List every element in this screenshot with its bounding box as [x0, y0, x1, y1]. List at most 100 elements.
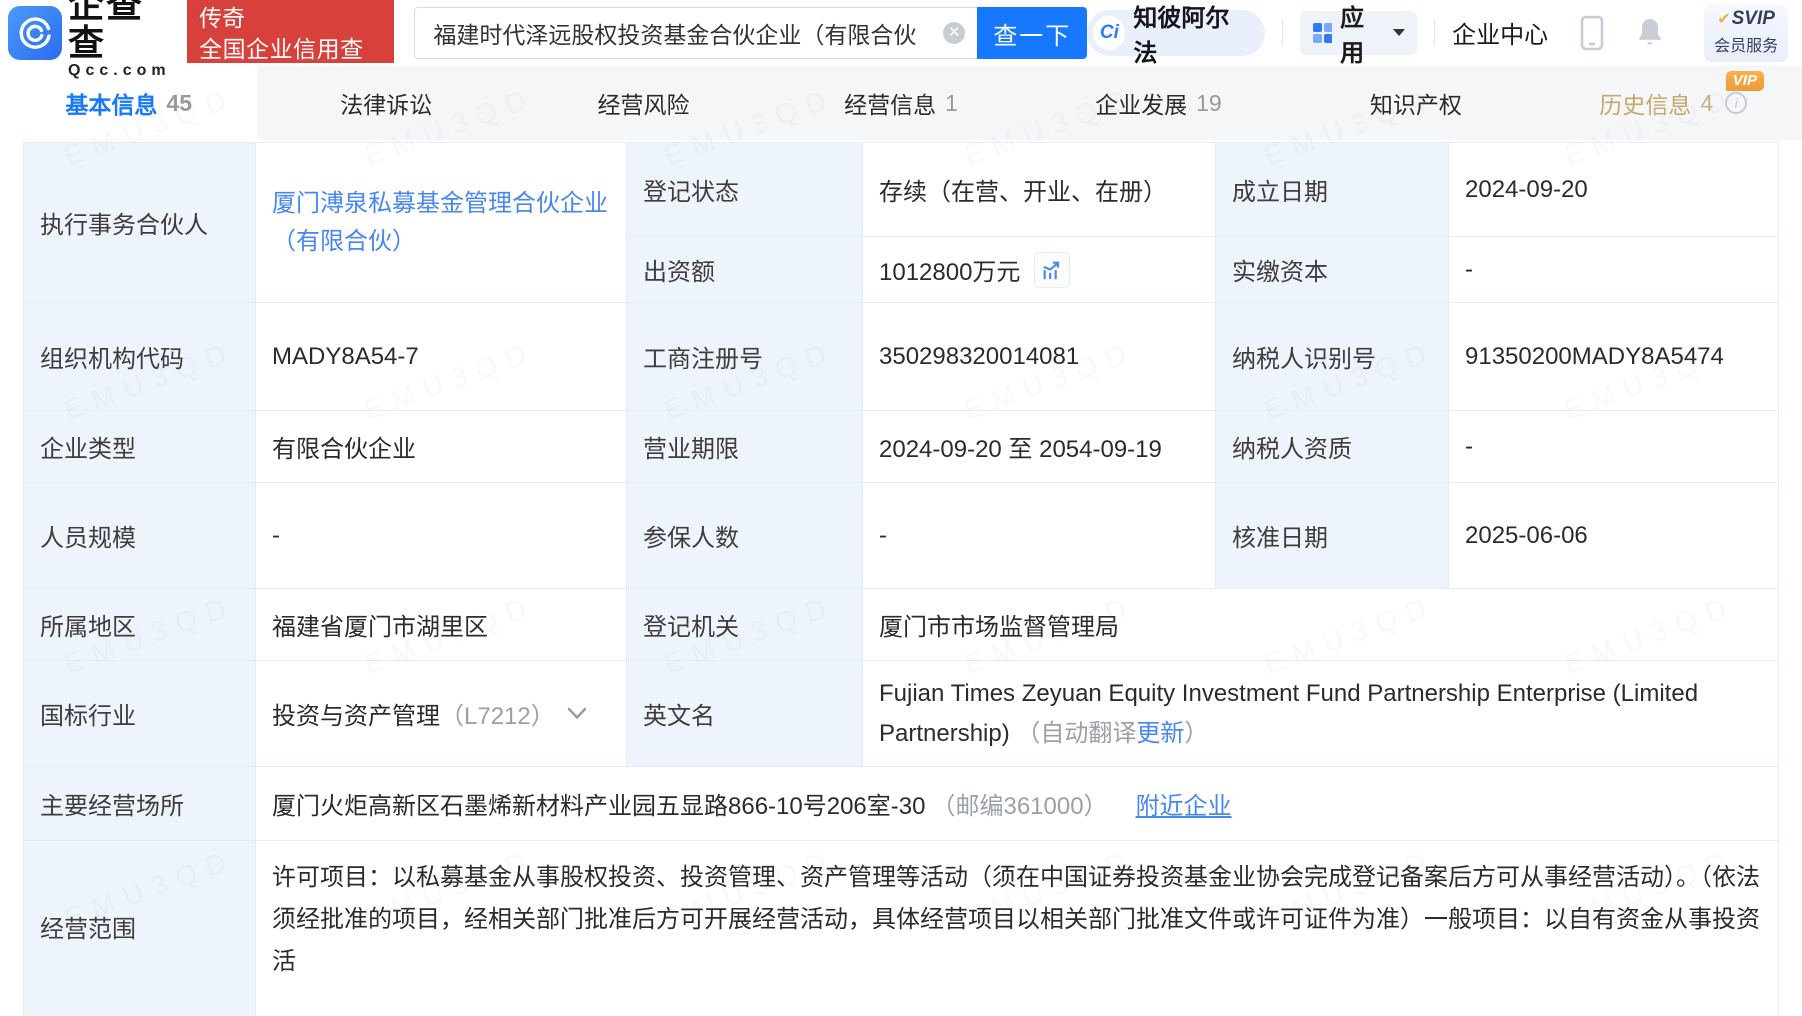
- field-label-reg-status: 登记状态: [627, 143, 863, 237]
- tab-business-info[interactable]: 经营信息 1: [772, 66, 1029, 140]
- tab-count: 4: [1700, 90, 1713, 117]
- field-value-paid-capital: -: [1449, 237, 1779, 303]
- field-value-english-name: Fujian Times Zeyuan Equity Investment Fu…: [863, 661, 1779, 767]
- tab-company-development[interactable]: 企业发展 19: [1030, 66, 1287, 140]
- ad-badge-line1: 传奇: [199, 5, 382, 33]
- field-label-address: 主要经营场所: [24, 767, 256, 841]
- field-value-org-code: MADY8A54-7: [256, 303, 627, 411]
- field-value-staff-size: -: [256, 483, 627, 589]
- ad-badge-line2: 全国企业信用查询: [199, 36, 382, 91]
- tab-count: 19: [1196, 90, 1222, 117]
- svip-member-badge[interactable]: ✔SVIP 会员服务: [1704, 4, 1788, 62]
- brand-domain: Qcc.com: [68, 63, 179, 80]
- search-input[interactable]: [414, 7, 977, 59]
- business-scope-text-continued: 动。（除依法须经批准的项目外，凭营业执照依法自主开展经营活动）: [272, 1009, 1772, 1016]
- field-value-address: 厦门火炬高新区石墨烯新材料产业园五显路866-10号206室-30 （邮编361…: [256, 767, 1779, 841]
- chevron-down-icon: [1392, 28, 1405, 37]
- field-label-business-scope: 经营范围: [24, 841, 256, 1016]
- phone-icon: [1580, 15, 1604, 51]
- ad-badge[interactable]: 传奇 全国企业信用查询: [187, 0, 394, 63]
- divider: [1434, 20, 1435, 46]
- industry-code: （L7212）: [440, 696, 555, 731]
- tab-count: 1: [945, 90, 958, 117]
- field-value-region: 福建省厦门市湖里区: [256, 589, 627, 661]
- tab-label: 经营风险: [598, 86, 690, 120]
- apps-grid-icon: [1312, 22, 1333, 44]
- update-translation-link[interactable]: 更新: [1136, 720, 1184, 747]
- field-label-business-term: 营业期限: [627, 411, 863, 483]
- notifications-button[interactable]: [1636, 18, 1664, 48]
- english-name-text: Fujian Times Zeyuan Equity Investment Fu…: [879, 680, 1698, 747]
- apps-menu[interactable]: 应用: [1300, 11, 1418, 55]
- field-value-approval-date: 2025-06-06: [1449, 483, 1779, 589]
- zhibi-alpha-entry[interactable]: Ci 知彼阿尔法: [1087, 10, 1264, 56]
- partner-company-link[interactable]: 厦门溥泉私募基金管理合伙企业（有限合伙）: [272, 185, 610, 259]
- field-value-reg-authority: 厦门市市场监督管理局: [863, 589, 1779, 661]
- field-label-org-code: 组织机构代码: [24, 303, 256, 411]
- apps-label: 应用: [1340, 0, 1385, 68]
- header-right-nav: Ci 知彼阿尔法 应用 企业中心: [1087, 4, 1788, 62]
- tab-business-risk[interactable]: 经营风险: [515, 66, 772, 140]
- tab-label: 企业发展: [1095, 86, 1187, 120]
- crown-icon: ✔: [1717, 11, 1730, 28]
- search-button[interactable]: 查一下: [977, 7, 1087, 59]
- field-label-executive-partner: 执行事务合伙人: [24, 143, 256, 303]
- tab-label: 基本信息: [65, 86, 157, 120]
- field-label-capital: 出资额: [627, 237, 863, 303]
- zhibi-alpha-icon: Ci: [1093, 16, 1125, 50]
- field-label-taxpayer-id: 纳税人识别号: [1216, 303, 1449, 411]
- tab-label: 知识产权: [1370, 86, 1462, 120]
- enterprise-center-link[interactable]: 企业中心: [1452, 15, 1548, 50]
- field-value-business-term: 2024-09-20 至 2054-09-19: [863, 411, 1216, 483]
- tab-count: 45: [166, 90, 192, 117]
- brand-text[interactable]: 企查查 Qcc.com: [68, 0, 179, 80]
- mobile-app-button[interactable]: [1580, 15, 1604, 51]
- field-label-insured-count: 参保人数: [627, 483, 863, 589]
- info-icon[interactable]: i: [1725, 92, 1747, 114]
- field-value-reg-number: 350298320014081: [863, 303, 1216, 411]
- tab-label: 经营信息: [844, 86, 936, 120]
- bell-icon: [1636, 18, 1664, 48]
- industry-name: 投资与资产管理: [272, 696, 440, 731]
- field-label-reg-authority: 登记机关: [627, 589, 863, 661]
- field-value-executive-partner: 厦门溥泉私募基金管理合伙企业（有限合伙）: [256, 143, 627, 303]
- vip-tag: VIP: [1726, 71, 1764, 91]
- field-value-company-type: 有限合伙企业: [256, 411, 627, 483]
- auto-translate-note: （自动翻译: [1016, 720, 1136, 747]
- field-value-taxpayer-id: 91350200MADY8A5474: [1449, 303, 1779, 411]
- field-value-business-scope: 许可项目：以私募基金从事股权投资、投资管理、资产管理等活动（须在中国证券投资基金…: [256, 841, 1779, 1016]
- brand-name: 企查查: [68, 0, 179, 62]
- field-label-paid-capital: 实缴资本: [1216, 237, 1449, 303]
- field-label-staff-size: 人员规模: [24, 483, 256, 589]
- tab-history-info[interactable]: VIP 历史信息 4 i: [1545, 66, 1802, 140]
- field-label-establish-date: 成立日期: [1216, 143, 1449, 237]
- industry-expand-chevron-icon[interactable]: [567, 707, 587, 720]
- field-value-establish-date: 2024-09-20: [1449, 143, 1779, 237]
- field-label-reg-number: 工商注册号: [627, 303, 863, 411]
- svip-title: ✔SVIP: [1710, 9, 1782, 30]
- tab-intellectual-property[interactable]: 知识产权: [1287, 66, 1544, 140]
- header: 企查查 Qcc.com 传奇 全国企业信用查询 ✕ 查一下 Ci 知彼阿尔法 应…: [0, 0, 1802, 66]
- field-label-approval-date: 核准日期: [1216, 483, 1449, 589]
- capital-amount: 1012800万元: [879, 252, 1020, 287]
- field-value-reg-status: 存续（在营、开业、在册）: [863, 143, 1216, 237]
- field-value-insured-count: -: [863, 483, 1216, 589]
- tab-label: 法律诉讼: [340, 86, 432, 120]
- qcc-logo-glyph: [17, 15, 53, 51]
- field-label-taxpayer-qualification: 纳税人资质: [1216, 411, 1449, 483]
- business-scope-text: 许可项目：以私募基金从事股权投资、投资管理、资产管理等活动（须在中国证券投资基金…: [272, 857, 1772, 983]
- basic-info-table: 执行事务合伙人 厦门溥泉私募基金管理合伙企业（有限合伙） 登记状态 存续（在营、…: [23, 142, 1779, 1016]
- field-label-company-type: 企业类型: [24, 411, 256, 483]
- field-value-taxpayer-qualification: -: [1449, 411, 1779, 483]
- postcode-text: （邮编361000）: [931, 786, 1107, 821]
- capital-trend-icon[interactable]: [1034, 252, 1070, 288]
- svip-subtitle: 会员服务: [1710, 32, 1782, 56]
- search-bar: ✕ 查一下: [414, 7, 1087, 59]
- qcc-logo-icon[interactable]: [8, 6, 62, 60]
- address-text: 厦门火炬高新区石墨烯新材料产业园五显路866-10号206室-30: [272, 786, 925, 821]
- field-label-english-name: 英文名: [627, 661, 863, 767]
- nearby-companies-link[interactable]: 附近企业: [1136, 786, 1232, 821]
- field-label-industry: 国标行业: [24, 661, 256, 767]
- divider: [1282, 20, 1283, 46]
- field-value-capital: 1012800万元: [863, 237, 1216, 303]
